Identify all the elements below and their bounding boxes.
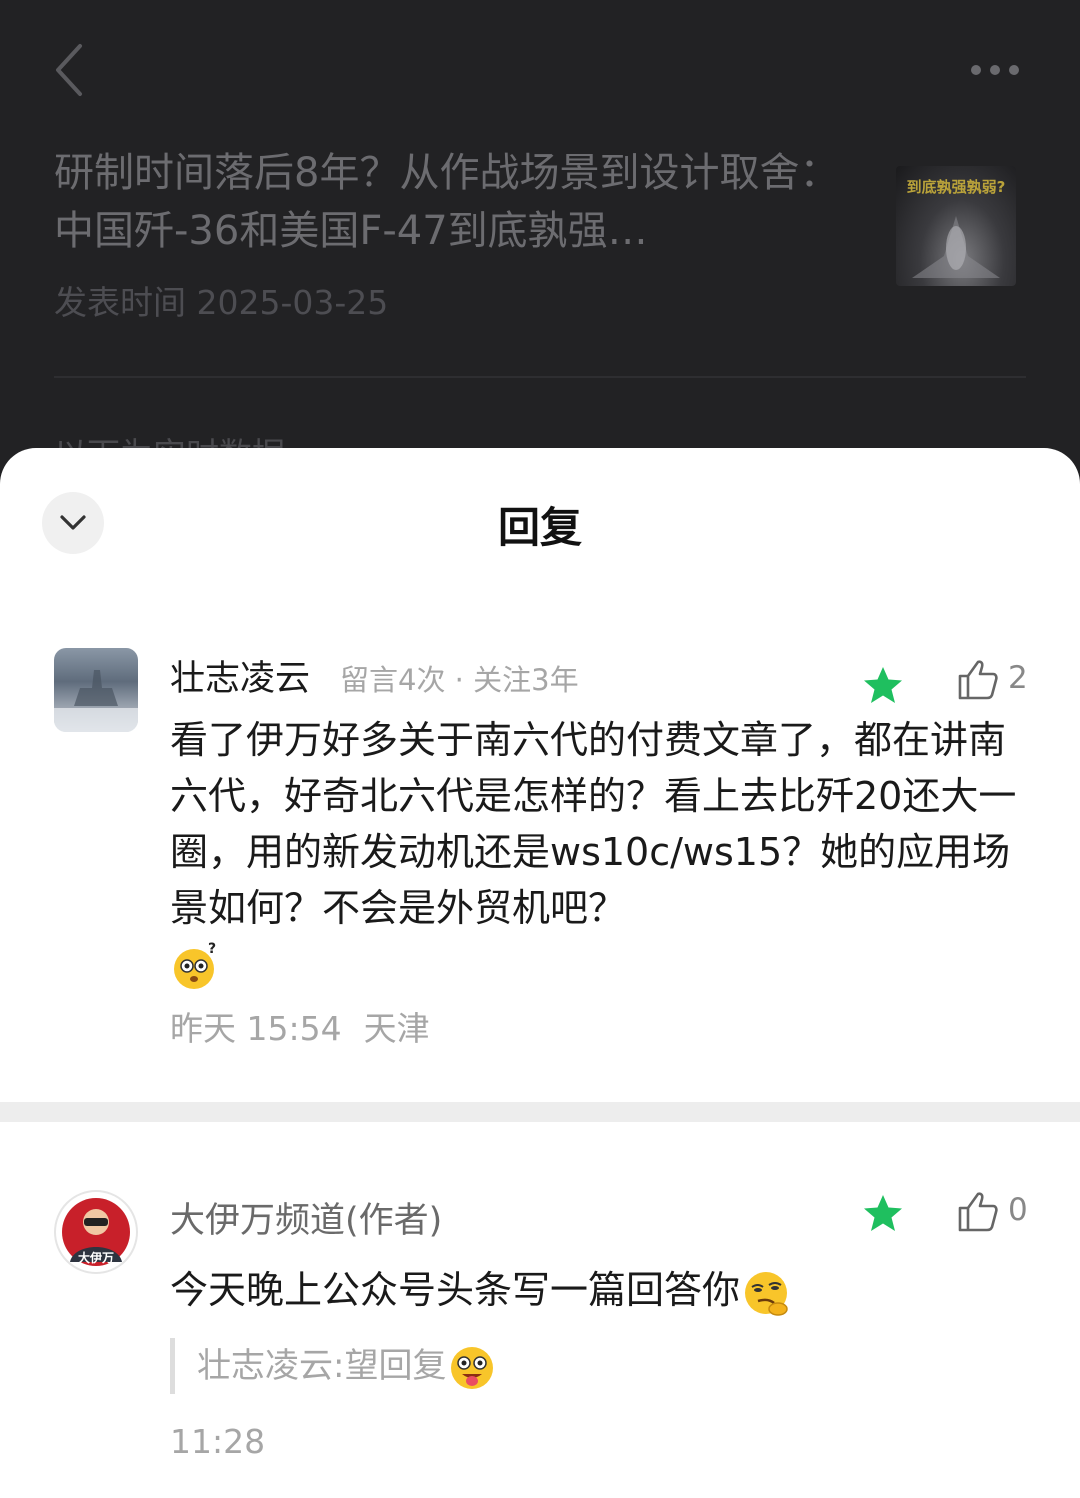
- comment-item: 大伊万 大伊万频道(作者) 0 今天晚上公众号头条写一篇回答你 壮志凌云:望回复: [0, 1188, 1080, 1488]
- back-icon[interactable]: [46, 40, 90, 100]
- comment-username[interactable]: 壮志凌云: [170, 659, 310, 699]
- star-icon[interactable]: [862, 666, 904, 706]
- quoted-text: 壮志凌云:望回复: [197, 1346, 447, 1386]
- section-divider: [0, 1102, 1080, 1122]
- avatar-caption: 大伊万: [78, 1250, 114, 1265]
- author-avatar[interactable]: 大伊万: [54, 1190, 138, 1274]
- svg-text:?: ?: [208, 941, 216, 957]
- reply-sheet: 回复 壮志凌云 留言4次 · 关注3年 2 看了伊万好多关于南六代的付费文章了，都…: [0, 448, 1080, 1498]
- article-date: 发表时间 2025-03-25: [54, 283, 389, 322]
- like-count: 0: [1008, 1192, 1028, 1228]
- like-count: 2: [1008, 660, 1028, 696]
- thumbs-up-icon[interactable]: [956, 1190, 1000, 1234]
- article-title[interactable]: 研制时间落后8年？从作战场景到设计取舍：中国歼-36和美国F-47到底孰强…: [54, 144, 874, 260]
- comment-text-content: 看了伊万好多关于南六代的付费文章了，都在讲南六代，好奇北六代是怎样的？看上去比歼…: [170, 718, 1017, 930]
- warship-avatar-image: [54, 670, 138, 732]
- author-avatar-image: 大伊万: [62, 1198, 130, 1266]
- comment-time: 昨天 15:54: [170, 1009, 342, 1048]
- comment-text-content: 今天晚上公众号头条写一篇回答你: [170, 1268, 741, 1312]
- avatar[interactable]: [54, 648, 138, 732]
- comment-time: 11:28: [170, 1422, 266, 1461]
- user-meta: 留言4次 · 关注3年: [340, 663, 579, 697]
- star-icon[interactable]: [862, 1194, 904, 1234]
- sheet-title: 回复: [497, 503, 582, 552]
- comment-location: 天津: [363, 1009, 430, 1048]
- tongue-out-emoji: [451, 1346, 494, 1389]
- more-options-icon[interactable]: [968, 55, 1022, 85]
- jet-silhouette-icon: [912, 216, 1000, 278]
- comment-username[interactable]: 大伊万频道(作者): [170, 1192, 442, 1243]
- comment-text: 今天晚上公众号头条写一篇回答你: [170, 1262, 1020, 1319]
- quoted-comment: 壮志凌云:望回复: [170, 1338, 498, 1394]
- comment-item: 壮志凌云 留言4次 · 关注3年 2 看了伊万好多关于南六代的付费文章了，都在讲南…: [0, 646, 1080, 1076]
- article-background: 研制时间落后8年？从作战场景到设计取舍：中国歼-36和美国F-47到底孰强… 发…: [0, 0, 1080, 474]
- comment-text: 看了伊万好多关于南六代的付费文章了，都在讲南六代，好奇北六代是怎样的？看上去比歼…: [170, 712, 1020, 993]
- divider: [54, 376, 1026, 378]
- article-thumbnail[interactable]: 到底孰强孰弱?: [896, 166, 1016, 286]
- thumbs-up-icon[interactable]: [956, 658, 1000, 702]
- thinking-smirk-emoji: [745, 1271, 788, 1316]
- astonished-question-emoji: ?: [174, 941, 216, 989]
